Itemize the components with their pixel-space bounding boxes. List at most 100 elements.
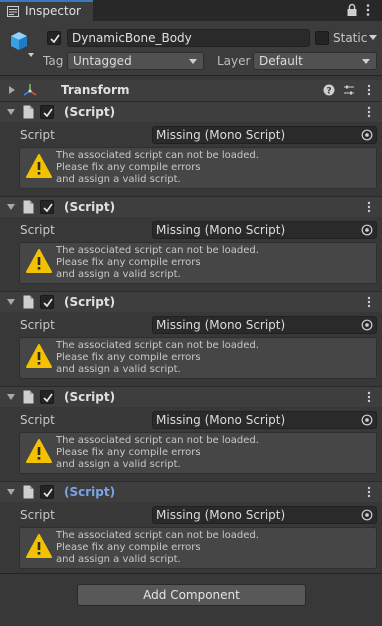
fold-right-arrow-icon[interactable] (8, 86, 16, 94)
gameobject-name-input[interactable]: DynamicBone_Body (67, 29, 310, 47)
warning-line: Please fix any compile errors (56, 447, 201, 458)
tag-dropdown[interactable]: Untagged (67, 52, 204, 70)
object-picker-icon[interactable] (361, 224, 373, 236)
script-object-field[interactable]: Missing (Mono Script) (152, 221, 377, 239)
tab-label: Inspector (25, 4, 81, 18)
chevron-down-icon (362, 59, 370, 64)
warning-line: Please fix any compile errors (56, 162, 201, 173)
warning-message: The associated script can not be loaded.… (56, 340, 259, 376)
component-menu-icon[interactable] (366, 391, 372, 403)
warning-line: and assign a valid script. (56, 364, 181, 375)
warning-line: The associated script can not be loaded. (56, 435, 259, 446)
lock-icon[interactable] (346, 3, 358, 17)
script-file-icon (23, 295, 34, 309)
component-enabled-checkbox[interactable] (40, 295, 54, 309)
object-picker-icon[interactable] (361, 129, 373, 141)
object-picker-icon[interactable] (361, 319, 373, 331)
check-icon (43, 203, 53, 213)
script-field-label: Script (20, 223, 55, 237)
tab-menu-icon[interactable] (365, 3, 371, 17)
script-component-header[interactable]: (Script) (0, 196, 382, 217)
component-enabled-checkbox[interactable] (40, 200, 54, 214)
component-title: (Script) (64, 390, 116, 404)
component-title: (Script) (64, 200, 116, 214)
gameobject-header: DynamicBone_Body Static Tag Untagged Lay… (0, 21, 382, 76)
transform-component-header[interactable]: Transform ? (0, 80, 382, 101)
script-field-value: Missing (Mono Script) (156, 413, 286, 427)
tab-bar: Inspector (0, 0, 382, 21)
check-icon (43, 488, 53, 498)
preset-sliders-icon[interactable] (343, 84, 355, 96)
fold-down-arrow-icon[interactable] (7, 203, 15, 211)
check-icon (50, 34, 60, 44)
script-object-field[interactable]: Missing (Mono Script) (152, 126, 377, 144)
script-object-field[interactable]: Missing (Mono Script) (152, 411, 377, 429)
help-icon[interactable]: ? (323, 84, 335, 96)
layer-label: Layer (217, 54, 251, 68)
warning-message: The associated script can not be loaded.… (56, 530, 259, 566)
svg-text:?: ? (326, 86, 331, 96)
warning-line: The associated script can not be loaded. (56, 340, 259, 351)
warning-line: The associated script can not be loaded. (56, 245, 259, 256)
static-label: Static (333, 31, 368, 45)
warning-line: The associated script can not be loaded. (56, 530, 259, 541)
check-icon (43, 298, 53, 308)
warning-message: The associated script can not be loaded.… (56, 150, 259, 186)
component-title: (Script) (64, 295, 116, 309)
component-menu-icon[interactable] (366, 296, 372, 308)
component-menu-icon[interactable] (366, 201, 372, 213)
warning-helpbox: The associated script can not be loaded.… (19, 432, 377, 474)
component-enabled-checkbox[interactable] (40, 485, 54, 499)
component-enabled-checkbox[interactable] (40, 105, 54, 119)
component-menu-icon[interactable] (366, 486, 372, 498)
object-picker-icon[interactable] (361, 414, 373, 426)
script-field-value: Missing (Mono Script) (156, 223, 286, 237)
fold-down-arrow-icon[interactable] (7, 108, 15, 116)
static-dropdown-arrow-icon[interactable] (369, 35, 377, 41)
script-field-value: Missing (Mono Script) (156, 128, 286, 142)
component-enabled-checkbox[interactable] (40, 390, 54, 404)
component-menu-icon[interactable] (366, 106, 372, 118)
warning-helpbox: The associated script can not be loaded.… (19, 337, 377, 379)
script-file-icon (23, 200, 34, 214)
component-menu-icon[interactable] (366, 84, 372, 96)
script-file-icon (23, 485, 34, 499)
warning-icon (26, 344, 52, 368)
script-field-label: Script (20, 413, 55, 427)
warning-line: and assign a valid script. (56, 554, 181, 565)
script-component-header[interactable]: (Script) (0, 101, 382, 122)
fold-down-arrow-icon[interactable] (7, 393, 15, 401)
warning-icon (26, 534, 52, 558)
fold-down-arrow-icon[interactable] (7, 298, 15, 306)
script-object-field[interactable]: Missing (Mono Script) (152, 506, 377, 524)
object-picker-icon[interactable] (361, 509, 373, 521)
script-component-header[interactable]: (Script) (0, 386, 382, 407)
fold-down-arrow-icon[interactable] (7, 488, 15, 496)
warning-helpbox: The associated script can not be loaded.… (19, 527, 377, 569)
static-checkbox[interactable] (315, 31, 329, 45)
component-title: (Script) (64, 485, 116, 499)
script-component-header[interactable]: (Script) (0, 481, 382, 502)
warning-line: and assign a valid script. (56, 269, 181, 280)
gameobject-cube-icon[interactable] (7, 29, 35, 59)
script-component-header[interactable]: (Script) (0, 291, 382, 312)
warning-icon (26, 154, 52, 178)
chevron-down-icon (189, 59, 197, 64)
script-field-value: Missing (Mono Script) (156, 318, 286, 332)
active-checkbox[interactable] (47, 31, 61, 45)
warning-helpbox: The associated script can not be loaded.… (19, 242, 377, 284)
script-object-field[interactable]: Missing (Mono Script) (152, 316, 377, 334)
tag-label: Tag (43, 54, 64, 68)
warning-line: and assign a valid script. (56, 174, 181, 185)
script-field-label: Script (20, 128, 55, 142)
warning-message: The associated script can not be loaded.… (56, 245, 259, 281)
warning-icon (26, 249, 52, 273)
check-icon (43, 393, 53, 403)
transform-icon (23, 84, 37, 96)
script-field-value: Missing (Mono Script) (156, 508, 286, 522)
layer-dropdown[interactable]: Default (253, 52, 377, 70)
add-component-button[interactable]: Add Component (77, 584, 306, 606)
warning-line: Please fix any compile errors (56, 257, 201, 268)
component-title: (Script) (64, 105, 116, 119)
tab-inspector[interactable]: Inspector (0, 0, 93, 21)
